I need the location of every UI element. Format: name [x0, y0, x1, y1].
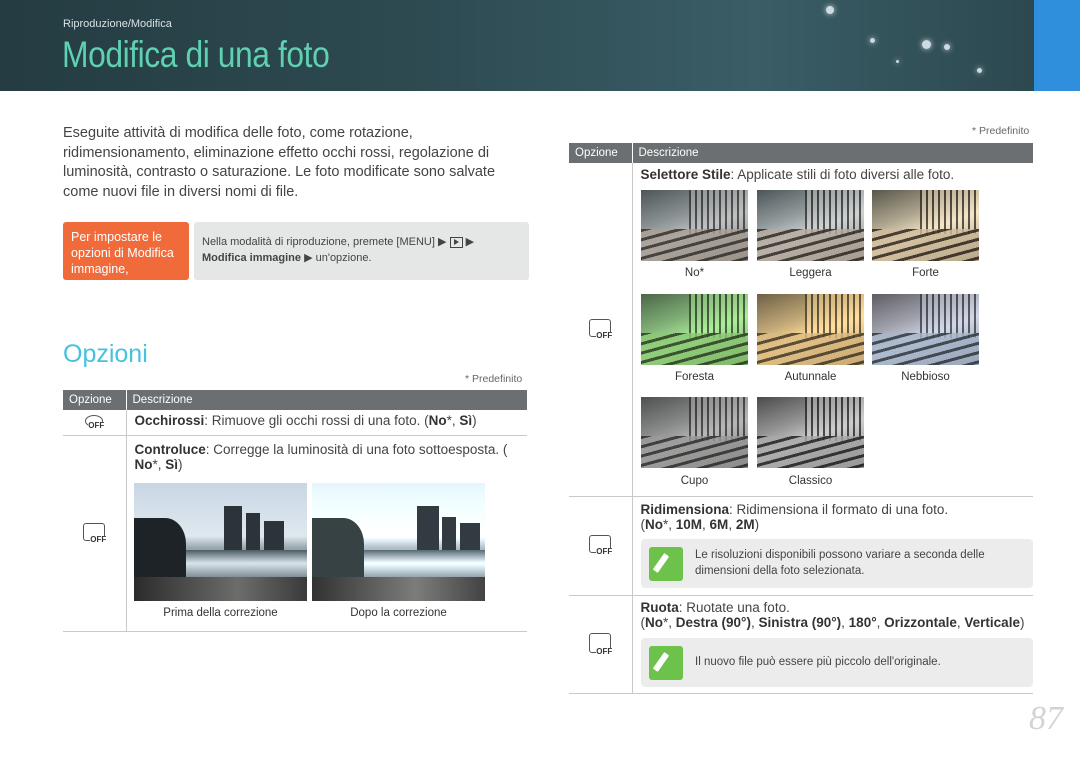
caption-forte: Forte [912, 267, 939, 279]
howto-text-line2: ▶ un'opzione. [301, 252, 372, 264]
backlight-end: ) [178, 456, 183, 472]
style-desc: : Applicate stili di foto diversi alle f… [730, 167, 955, 182]
caption-classico: Classico [788, 475, 833, 487]
redeye-desc: : Rimuove gli occhi rossi di una foto. ( [204, 413, 429, 428]
rotate-off-icon: OFF [589, 632, 613, 656]
caption-after: Dopo la correzione [350, 607, 447, 619]
backlight-off-icon: OFF [83, 522, 107, 544]
thumb-cupo [641, 397, 748, 468]
resize-6m: 6M [709, 516, 729, 532]
section-title: Opzioni [63, 340, 148, 368]
header-description-right: Descrizione [632, 143, 1033, 163]
rotate-horizontal: Orizzontale [884, 614, 957, 630]
caption-autunnale: Autunnale [784, 371, 837, 383]
rotate-desc: : Ruotate una foto. [678, 599, 790, 615]
rotate-name: Ruota [640, 599, 679, 615]
caption-leggera: Leggera [789, 267, 832, 279]
header-option-right: Opzione [569, 143, 633, 163]
thumb-no [641, 190, 748, 261]
resize-2m: 2M [735, 516, 755, 532]
page-number: 87 [1029, 700, 1063, 737]
rotate-right: Destra (90°) [675, 614, 751, 630]
redeye-value-si: Sì [459, 413, 473, 428]
rotate-note: Il nuovo file può essere più piccolo del… [641, 638, 1033, 687]
rotate-star: *, [663, 614, 676, 630]
rotate-note-text: Il nuovo file può essere più piccolo del… [695, 656, 941, 668]
caption-cupo: Cupo [680, 475, 709, 487]
photo-style-off-icon: OFF [589, 318, 613, 340]
caption-nebbioso: Nebbioso [901, 371, 950, 383]
howto-instructions: Nella modalità di riproduzione, premete … [194, 222, 529, 280]
backlight-name: Controluce [134, 441, 206, 457]
thumb-foresta [641, 294, 748, 365]
redeye-end: ) [472, 413, 477, 428]
resize-off-icon: OFF [589, 535, 613, 556]
chapter-tab[interactable] [1034, 0, 1080, 91]
backlight-value-no: No [134, 456, 153, 472]
intro-text: Eseguite attività di modifica delle foto… [63, 125, 496, 200]
howto-label: Per impostare le opzioni di Modifica imm… [63, 222, 189, 280]
playback-icon [449, 236, 463, 248]
rotate-no: No [645, 614, 663, 630]
default-note-right: * Predefinito [972, 125, 1030, 137]
thumb-classico [757, 397, 864, 468]
redeye-value-no: No [428, 413, 447, 428]
note-pencil-icon [649, 547, 683, 581]
redeye-star: *, [446, 413, 460, 428]
resize-name: Ridimensiona [640, 501, 730, 517]
howto-text-before: Nella modalità di riproduzione, premete … [202, 236, 450, 248]
resize-star: *, [663, 516, 676, 532]
header-option: Opzione [63, 390, 127, 410]
resize-10m: 10M [675, 516, 703, 532]
note-pencil-icon [649, 646, 683, 680]
page-header: Riproduzione/Modifica Modifica di una fo… [0, 0, 1080, 91]
thumb-nebbioso [872, 294, 979, 365]
photo-after-correction [312, 483, 485, 601]
howto-text-after: ▶ [462, 236, 475, 248]
red-eye-off-icon: OFF [85, 414, 105, 430]
default-note: * Predefinito [465, 373, 523, 385]
backlight-star: *, [152, 456, 166, 472]
caption-no: No* [684, 267, 705, 279]
thumb-forte [872, 190, 979, 261]
howto-bold: Modifica immagine [202, 252, 302, 264]
redeye-name: Occhirossi [134, 413, 205, 428]
backlight-value-si: Sì [165, 456, 179, 472]
resize-no: No [645, 516, 663, 532]
resize-note: Le risoluzioni disponibili possono varia… [641, 539, 1033, 588]
breadcrumb: Riproduzione/Modifica [63, 18, 172, 30]
caption-before: Prima della correzione [163, 607, 278, 619]
rotate-left: Sinistra (90°) [758, 614, 842, 630]
rotate-180: 180° [848, 614, 877, 630]
rotate-vertical: Verticale [964, 614, 1020, 630]
resize-desc: : Ridimensiona il formato di una foto. [729, 501, 949, 517]
backlight-desc: : Corregge la luminosità di una foto sot… [205, 441, 508, 457]
page-title: Modifica di una foto [62, 34, 330, 75]
howto-box: Per impostare le opzioni di Modifica imm… [63, 222, 529, 280]
style-name: Selettore Stile [640, 167, 731, 182]
header-description: Descrizione [126, 390, 527, 410]
resize-note-text: Le risoluzioni disponibili possono varia… [695, 549, 985, 577]
thumb-leggera [757, 190, 864, 261]
photo-before-correction [134, 483, 307, 601]
thumb-autunnale [757, 294, 864, 365]
caption-foresta: Foresta [675, 371, 714, 383]
